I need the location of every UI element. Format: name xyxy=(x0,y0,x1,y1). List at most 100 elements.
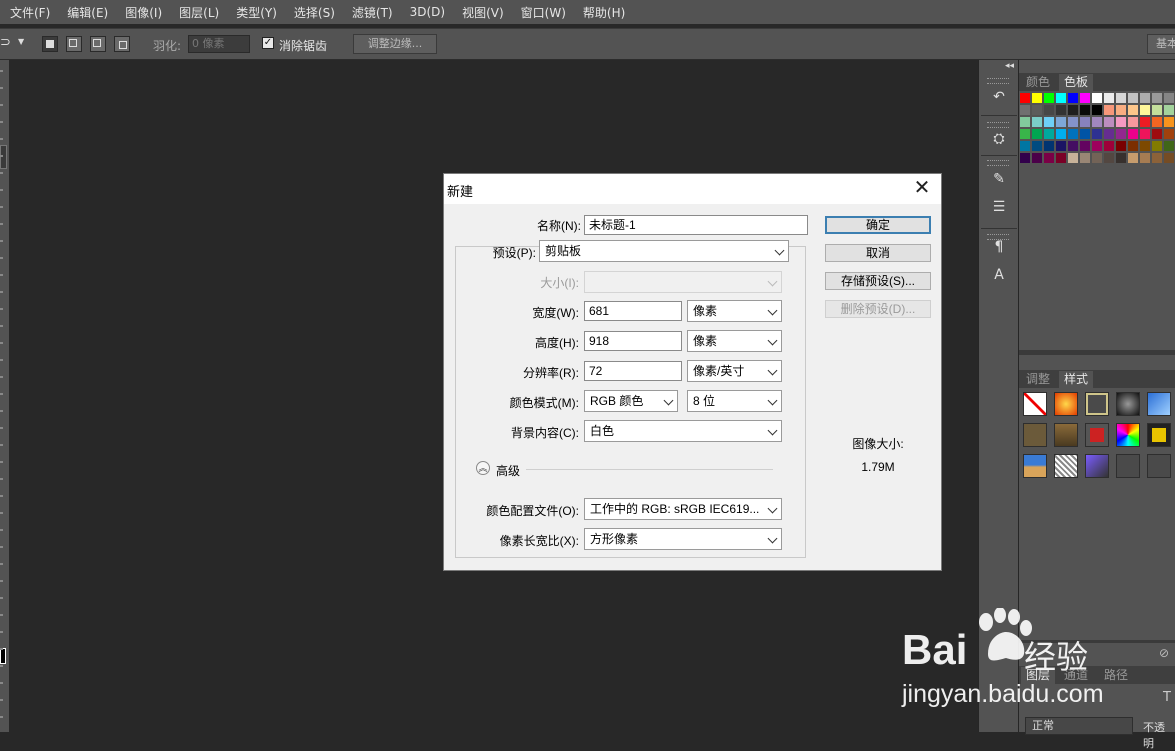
swatch-cell[interactable] xyxy=(1080,141,1090,151)
swatch-cell[interactable] xyxy=(1020,129,1030,139)
swatch-cell[interactable] xyxy=(1104,153,1114,163)
style-preset[interactable] xyxy=(1085,454,1109,478)
style-preset[interactable] xyxy=(1085,423,1109,447)
intersect-selection-button[interactable] xyxy=(114,36,130,52)
tab-adjustments[interactable]: 调整 xyxy=(1021,371,1055,388)
width-field[interactable]: 681 xyxy=(584,301,682,321)
tool-highlight[interactable] xyxy=(0,145,7,169)
menu-item[interactable]: 帮助(H) xyxy=(583,4,625,21)
swatch-cell[interactable] xyxy=(1140,93,1150,103)
swatch-cell[interactable] xyxy=(1152,129,1162,139)
swatch-cell[interactable] xyxy=(1116,105,1126,115)
refine-edge-button[interactable]: 调整边缘... xyxy=(353,34,437,54)
style-preset[interactable] xyxy=(1054,454,1078,478)
swatch-cell[interactable] xyxy=(1116,117,1126,127)
style-preset[interactable] xyxy=(1147,454,1171,478)
swatches-grid[interactable] xyxy=(1020,93,1175,179)
swatch-cell[interactable] xyxy=(1140,129,1150,139)
swatch-cell[interactable] xyxy=(1056,117,1066,127)
swatch-cell[interactable] xyxy=(1056,129,1066,139)
swatch-cell[interactable] xyxy=(1032,93,1042,103)
swatch-cell[interactable] xyxy=(1164,141,1174,151)
swatch-cell[interactable] xyxy=(1140,105,1150,115)
swatch-cell[interactable] xyxy=(1104,129,1114,139)
antialias-checkbox[interactable]: ✓ xyxy=(262,37,274,49)
swatch-cell[interactable] xyxy=(1068,141,1078,151)
swatch-cell[interactable] xyxy=(1068,117,1078,127)
style-preset[interactable] xyxy=(1085,392,1109,416)
swatch-cell[interactable] xyxy=(1068,93,1078,103)
swatch-cell[interactable] xyxy=(1116,141,1126,151)
swatch-cell[interactable] xyxy=(1152,153,1162,163)
menu-item[interactable]: 文件(F) xyxy=(10,4,50,21)
swatch-cell[interactable] xyxy=(1080,129,1090,139)
paragraph-icon[interactable]: ¶ xyxy=(989,238,1009,256)
swatch-cell[interactable] xyxy=(1044,129,1054,139)
style-preset[interactable] xyxy=(1116,392,1140,416)
swatch-cell[interactable] xyxy=(1032,105,1042,115)
tab-styles[interactable]: 样式 xyxy=(1059,371,1094,388)
style-preset[interactable] xyxy=(1023,454,1047,478)
background-select[interactable]: 白色 xyxy=(584,420,782,442)
foreground-color-swatch[interactable] xyxy=(0,648,6,664)
swatch-cell[interactable] xyxy=(1044,153,1054,163)
lasso-tool-icon[interactable]: ⊃ xyxy=(0,35,11,50)
styles-grid[interactable] xyxy=(1019,390,1175,490)
swatch-cell[interactable] xyxy=(1032,129,1042,139)
style-preset[interactable] xyxy=(1054,423,1078,447)
swatch-cell[interactable] xyxy=(1104,117,1114,127)
swatch-cell[interactable] xyxy=(1128,141,1138,151)
menu-item[interactable]: 滤镜(T) xyxy=(352,4,393,21)
swatch-cell[interactable] xyxy=(1128,93,1138,103)
swatch-cell[interactable] xyxy=(1068,105,1078,115)
swatch-cell[interactable] xyxy=(1128,129,1138,139)
cancel-button[interactable]: 取消 xyxy=(825,244,931,262)
tab-swatches[interactable]: 色板 xyxy=(1059,74,1094,91)
menu-item[interactable]: 编辑(E) xyxy=(67,4,108,21)
menu-item[interactable]: 类型(Y) xyxy=(236,4,277,21)
swatch-cell[interactable] xyxy=(1104,105,1114,115)
swatch-cell[interactable] xyxy=(1068,153,1078,163)
color-profile-select[interactable]: 工作中的 RGB: sRGB IEC619... xyxy=(584,498,782,520)
menu-item[interactable]: 图层(L) xyxy=(179,4,219,21)
height-unit-select[interactable]: 像素 xyxy=(687,330,782,352)
width-unit-select[interactable]: 像素 xyxy=(687,300,782,322)
swatch-cell[interactable] xyxy=(1092,129,1102,139)
swatch-cell[interactable] xyxy=(1128,105,1138,115)
swatch-cell[interactable] xyxy=(1152,93,1162,103)
type-filter-icon[interactable]: T xyxy=(1163,690,1171,705)
swatch-cell[interactable] xyxy=(1164,93,1174,103)
swatch-cell[interactable] xyxy=(1092,117,1102,127)
add-to-selection-button[interactable] xyxy=(66,36,82,52)
swatch-cell[interactable] xyxy=(1164,117,1174,127)
swatch-cell[interactable] xyxy=(1068,129,1078,139)
new-selection-button[interactable] xyxy=(42,36,58,52)
close-icon[interactable]: ✕ xyxy=(912,178,932,199)
swatch-cell[interactable] xyxy=(1164,129,1174,139)
swatch-cell[interactable] xyxy=(1020,141,1030,151)
swatch-cell[interactable] xyxy=(1044,105,1054,115)
ok-button[interactable]: 确定 xyxy=(825,216,931,234)
swatch-cell[interactable] xyxy=(1092,153,1102,163)
history-icon[interactable]: ↶ xyxy=(989,88,1009,106)
swatch-cell[interactable] xyxy=(1044,117,1054,127)
feather-input[interactable]: 0 像素 xyxy=(188,35,250,53)
swatch-cell[interactable] xyxy=(1056,93,1066,103)
swatch-cell[interactable] xyxy=(1044,93,1054,103)
tool-preset-dropdown-icon[interactable]: ▼ xyxy=(18,37,24,46)
menu-item[interactable]: 3D(D) xyxy=(410,5,445,19)
character-icon[interactable]: A xyxy=(989,266,1009,284)
style-preset[interactable] xyxy=(1054,392,1078,416)
swatch-cell[interactable] xyxy=(1116,93,1126,103)
swatch-cell[interactable] xyxy=(1164,153,1174,163)
3d-icon[interactable]: ⛭ xyxy=(989,130,1009,148)
resolution-field[interactable]: 72 xyxy=(584,361,682,381)
swatch-cell[interactable] xyxy=(1032,153,1042,163)
swatch-cell[interactable] xyxy=(1152,141,1162,151)
swatch-cell[interactable] xyxy=(1104,93,1114,103)
preset-select[interactable]: 剪贴板 xyxy=(539,240,789,262)
swatch-cell[interactable] xyxy=(1092,93,1102,103)
swatch-cell[interactable] xyxy=(1044,141,1054,151)
swatch-cell[interactable] xyxy=(1032,117,1042,127)
swatch-cell[interactable] xyxy=(1020,117,1030,127)
